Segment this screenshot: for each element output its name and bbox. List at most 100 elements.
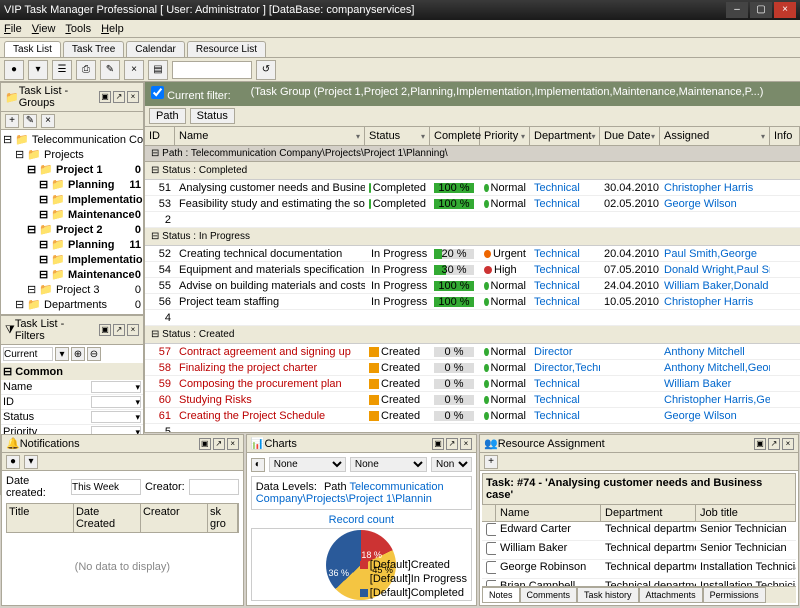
ra-checkbox[interactable]: [486, 523, 496, 536]
tree-node[interactable]: ⊟ 📁 Implementation0: [3, 192, 141, 207]
chart-select-c[interactable]: Non: [431, 457, 472, 472]
notif-btn[interactable]: ▾: [24, 455, 38, 469]
creator-input[interactable]: [189, 479, 239, 495]
tree-node[interactable]: ⊟ 📁 Maintenance0: [3, 267, 141, 282]
toolbar-btn[interactable]: ×: [124, 60, 144, 80]
task-row[interactable]: 57Contract agreement and signing upCreat…: [145, 344, 800, 360]
task-row[interactable]: 56Project team staffingIn Progress100 %N…: [145, 294, 800, 310]
col-duedate[interactable]: Due Date: [604, 130, 650, 142]
ra-row[interactable]: George RobinsonTechnical departmentInsta…: [482, 560, 796, 579]
notif-col-group[interactable]: sk gro: [208, 504, 238, 532]
task-row[interactable]: 52Creating technical documentationIn Pro…: [145, 246, 800, 262]
tree-node[interactable]: ⊟ 📁 Departments0: [3, 297, 141, 312]
tree-node[interactable]: ⊟ 📁 Project 10: [3, 162, 141, 177]
filter-btn[interactable]: ⊖: [87, 347, 101, 361]
ra-tab-attachments[interactable]: Attachments: [639, 587, 703, 603]
path-row[interactable]: ⊟ Path : Telecommunication Company\Proje…: [145, 146, 800, 162]
task-row[interactable]: 51Analysing customer needs and Business …: [145, 180, 800, 196]
ra-row[interactable]: William BakerTechnical departmentSenior …: [482, 541, 796, 560]
toolbar-btn[interactable]: ↺: [256, 60, 276, 80]
toolbar-btn[interactable]: ▾: [28, 60, 48, 80]
close-icon[interactable]: ×: [227, 438, 239, 450]
tab-calendar[interactable]: Calendar: [126, 41, 185, 57]
tree-node[interactable]: ⊟ 📁 Maintenance0: [3, 207, 141, 222]
tree-toolbar-btn[interactable]: ✎: [23, 114, 37, 128]
pin-icon[interactable]: ▣: [432, 438, 444, 450]
max-icon[interactable]: ↗: [213, 438, 225, 450]
ra-row[interactable]: Edward CarterTechnical departmentSenior …: [482, 522, 796, 541]
tree-toolbar-btn[interactable]: +: [5, 114, 19, 128]
minimize-button[interactable]: –: [726, 2, 748, 18]
group-row[interactable]: ⊟ Status : Completed: [145, 162, 800, 180]
tree-node[interactable]: ⊟ 📁 Implementation0: [3, 252, 141, 267]
close-button[interactable]: ×: [774, 2, 796, 18]
notif-col-title[interactable]: Title: [7, 504, 74, 532]
task-row[interactable]: 54Equipment and materials specificationI…: [145, 262, 800, 278]
ra-col-job[interactable]: Job title: [696, 505, 796, 521]
tree-node[interactable]: ⊟ 📁 Planning11: [3, 177, 141, 192]
max-icon[interactable]: ↗: [113, 91, 125, 103]
tree-node[interactable]: ⊟ 📁 Telecommunication Company: [3, 132, 141, 147]
filter-checkbox[interactable]: [151, 86, 164, 99]
date-created-input[interactable]: [71, 479, 141, 495]
group-row[interactable]: ⊟ Status : Created: [145, 326, 800, 344]
col-info[interactable]: Info: [774, 130, 792, 142]
menu-view[interactable]: View: [32, 23, 56, 35]
max-icon[interactable]: ↗: [113, 324, 125, 336]
ra-col-dept[interactable]: Department: [601, 505, 696, 521]
task-row[interactable]: 55Advise on building materials and costs…: [145, 278, 800, 294]
ra-btn[interactable]: +: [484, 455, 498, 469]
ra-row[interactable]: Brian CampbellTechnical departmentInstal…: [482, 579, 796, 586]
pin-icon[interactable]: ▣: [754, 438, 766, 450]
toolbar-combo[interactable]: [172, 61, 252, 79]
ra-checkbox[interactable]: [486, 542, 496, 555]
tree-toolbar-btn[interactable]: ×: [41, 114, 55, 128]
toolbar-btn[interactable]: ⎙: [76, 60, 96, 80]
tab-task-tree[interactable]: Task Tree: [63, 41, 124, 57]
toolbar-btn[interactable]: ✎: [100, 60, 120, 80]
pin-icon[interactable]: ▣: [99, 324, 111, 336]
menu-tools[interactable]: Tools: [65, 23, 91, 35]
close-icon[interactable]: ×: [127, 91, 139, 103]
menu-help[interactable]: Help: [101, 23, 124, 35]
chart-select-a[interactable]: None: [269, 457, 346, 472]
ra-tab-comments[interactable]: Comments: [520, 587, 578, 603]
tree-node[interactable]: ⊟ 📁 Project 20: [3, 222, 141, 237]
notif-btn[interactable]: ●: [6, 455, 20, 469]
menu-file[interactable]: File: [4, 23, 22, 35]
tree-node[interactable]: ⊟ 📁 Planning11: [3, 237, 141, 252]
ra-checkbox[interactable]: [486, 561, 496, 574]
ra-tab-notes[interactable]: Notes: [482, 587, 520, 603]
pin-icon[interactable]: ▣: [199, 438, 211, 450]
task-grid[interactable]: ⊟ Path : Telecommunication Company\Proje…: [145, 146, 800, 432]
col-priority[interactable]: Priority: [484, 130, 518, 142]
tree-node[interactable]: ⊟ 📁 Projects: [3, 147, 141, 162]
toolbar-btn[interactable]: ☰: [52, 60, 72, 80]
tree-node[interactable]: ⊟ 📁 Project 30: [3, 282, 141, 297]
group-tree[interactable]: ⊟ 📁 Telecommunication Company⊟ 📁 Project…: [1, 130, 143, 314]
task-row[interactable]: 61Creating the Project ScheduleCreated0 …: [145, 408, 800, 424]
task-row[interactable]: 58Finalizing the project charterCreated0…: [145, 360, 800, 376]
tab-resource-list[interactable]: Resource List: [187, 41, 266, 57]
max-icon[interactable]: ↗: [446, 438, 458, 450]
filter-preset[interactable]: [3, 347, 53, 361]
group-row[interactable]: ⊟ Status : In Progress: [145, 228, 800, 246]
maximize-button[interactable]: ▢: [750, 2, 772, 18]
path-btn[interactable]: Path: [149, 108, 186, 124]
col-id[interactable]: ID: [149, 130, 160, 142]
chart-type-icon[interactable]: ◐: [251, 458, 265, 472]
col-name[interactable]: Name: [179, 130, 208, 142]
notif-col-date[interactable]: Date Created: [74, 504, 141, 532]
col-assigned[interactable]: Assigned: [664, 130, 709, 142]
col-complete[interactable]: Complete: [434, 130, 481, 142]
col-status[interactable]: Status: [369, 130, 400, 142]
task-row[interactable]: 53Feasibility study and estimating the s…: [145, 196, 800, 212]
notif-col-creator[interactable]: Creator: [141, 504, 208, 532]
toolbar-btn[interactable]: ●: [4, 60, 24, 80]
close-icon[interactable]: ×: [782, 438, 794, 450]
ra-tab-history[interactable]: Task history: [577, 587, 639, 603]
close-icon[interactable]: ×: [127, 324, 139, 336]
task-row[interactable]: 60Studying RisksCreated0 %NormalTechnica…: [145, 392, 800, 408]
task-row[interactable]: 59Composing the procurement planCreated0…: [145, 376, 800, 392]
max-icon[interactable]: ↗: [768, 438, 780, 450]
